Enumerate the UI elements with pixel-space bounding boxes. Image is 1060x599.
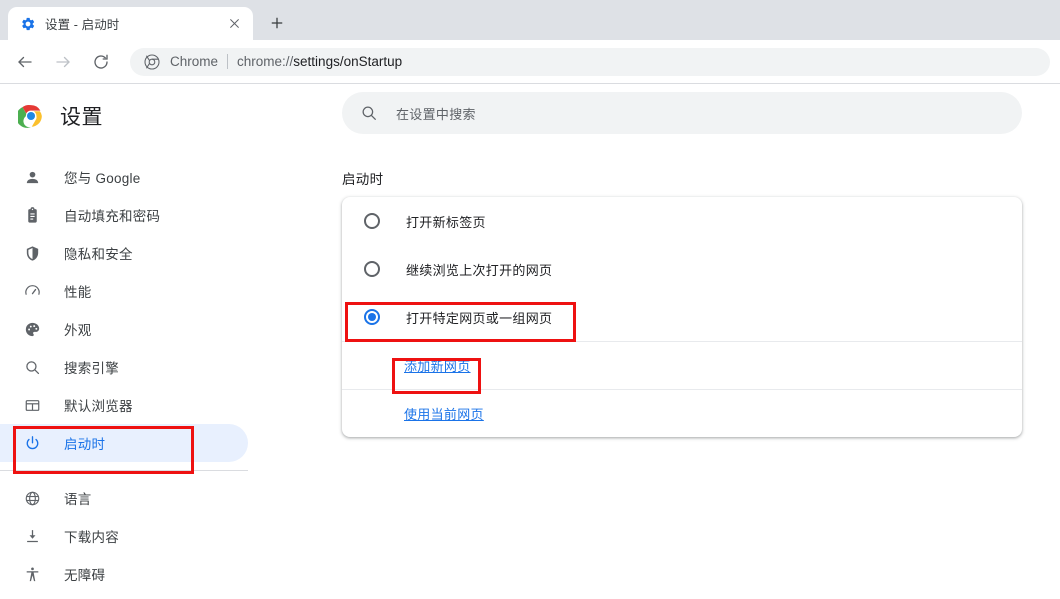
omnibox-chip-label: Chrome xyxy=(170,54,219,69)
sidebar-item-accessibility[interactable]: 无障碍 xyxy=(0,555,248,593)
speedometer-icon xyxy=(22,281,42,301)
add-new-page-link[interactable]: 添加新网页 xyxy=(404,356,471,375)
sidebar-item-label: 隐私和安全 xyxy=(64,247,133,262)
sidebar-item-label: 您与 Google xyxy=(64,171,141,186)
sidebar-item-you-and-google[interactable]: 您与 Google xyxy=(0,158,248,196)
palette-icon xyxy=(22,319,42,339)
power-icon xyxy=(22,433,42,453)
settings-title: 设置 xyxy=(60,106,103,129)
sidebar-item-label: 外观 xyxy=(64,323,92,338)
sidebar-item-label: 无障碍 xyxy=(64,568,106,583)
browser-toolbar: Chrome chrome://settings/onStartup xyxy=(0,40,1060,84)
radio-option-new-tab[interactable]: 打开新标签页 xyxy=(342,197,1022,245)
radio-icon-selected[interactable] xyxy=(364,309,380,325)
search-icon xyxy=(360,104,378,122)
forward-button[interactable] xyxy=(48,47,78,77)
radio-option-continue-where-left-off[interactable]: 继续浏览上次打开的网页 xyxy=(342,245,1022,293)
sidebar-item-appearance[interactable]: 外观 xyxy=(0,310,248,348)
startup-options-card: 打开新标签页 继续浏览上次打开的网页 打开特定网页或一组网页 添加新网页 使用当… xyxy=(342,197,1022,437)
sidebar-item-privacy-security[interactable]: 隐私和安全 xyxy=(0,234,248,272)
shield-icon xyxy=(22,243,42,263)
sidebar-item-label: 搜索引擎 xyxy=(64,361,119,376)
radio-option-label: 打开新标签页 xyxy=(406,214,486,230)
address-bar[interactable]: Chrome chrome://settings/onStartup xyxy=(130,47,1050,76)
sidebar-item-label: 下载内容 xyxy=(64,530,119,545)
sidebar-item-search-engine[interactable]: 搜索引擎 xyxy=(0,348,248,386)
use-current-pages-link[interactable]: 使用当前网页 xyxy=(404,404,484,423)
page-title: 启动时 xyxy=(342,172,384,187)
settings-brand: 设置 xyxy=(0,88,290,144)
omnibox-divider xyxy=(227,54,229,69)
sidebar-item-downloads[interactable]: 下载内容 xyxy=(0,517,248,555)
sidebar-item-label: 语言 xyxy=(64,492,92,507)
close-icon[interactable] xyxy=(223,13,245,35)
sidebar-item-languages[interactable]: 语言 xyxy=(0,479,248,517)
settings-page: 设置 您与 Google 自动填充和密码 隐私和安全 性能 外观 搜索引擎 默认… xyxy=(0,84,1060,598)
omnibox-url: chrome://settings/onStartup xyxy=(237,54,402,69)
sidebar-item-autofill-passwords[interactable]: 自动填充和密码 xyxy=(0,196,248,234)
radio-icon[interactable] xyxy=(364,213,380,229)
reload-button[interactable] xyxy=(86,47,116,77)
accessibility-icon xyxy=(22,564,42,584)
tab-title: 设置 - 启动时 xyxy=(45,18,120,32)
back-button[interactable] xyxy=(10,47,40,77)
browser-window-icon xyxy=(22,395,42,415)
radio-icon[interactable] xyxy=(364,261,380,277)
person-icon xyxy=(22,167,42,187)
search-icon xyxy=(22,357,42,377)
settings-main: 在设置中搜索 启动时 打开新标签页 继续浏览上次打开的网页 打开特定网页或一组网… xyxy=(290,84,1060,598)
add-new-page-row[interactable]: 添加新网页 xyxy=(342,341,1022,389)
sidebar-item-label: 性能 xyxy=(64,285,92,300)
search-input[interactable]: 在设置中搜索 xyxy=(342,92,1022,134)
radio-option-label: 继续浏览上次打开的网页 xyxy=(406,262,553,278)
globe-icon xyxy=(22,488,42,508)
clipboard-icon xyxy=(22,205,42,225)
sidebar-item-on-startup[interactable]: 启动时 xyxy=(0,424,248,462)
sidebar-item-label: 启动时 xyxy=(64,437,106,452)
omnibox-url-prefix: chrome:// xyxy=(237,54,294,69)
sidebar-item-label: 默认浏览器 xyxy=(64,399,133,414)
new-tab-button[interactable] xyxy=(263,9,291,37)
gear-icon xyxy=(20,16,36,32)
sidebar-item-performance[interactable]: 性能 xyxy=(0,272,248,310)
settings-sidebar: 设置 您与 Google 自动填充和密码 隐私和安全 性能 外观 搜索引擎 默认… xyxy=(0,84,290,598)
settings-nav-list: 您与 Google 自动填充和密码 隐私和安全 性能 外观 搜索引擎 默认浏览器… xyxy=(0,158,290,593)
tabstrip: 设置 - 启动时 xyxy=(0,0,291,40)
chrome-icon xyxy=(144,53,160,70)
omnibox-url-path: settings/onStartup xyxy=(293,54,403,69)
sidebar-item-default-browser[interactable]: 默认浏览器 xyxy=(0,386,248,424)
download-icon xyxy=(22,526,42,546)
sidebar-divider xyxy=(0,470,248,471)
sidebar-item-label: 自动填充和密码 xyxy=(64,209,161,224)
browser-tab[interactable]: 设置 - 启动时 xyxy=(8,7,253,40)
browser-tabstrip-area: 设置 - 启动时 xyxy=(0,0,1060,40)
radio-option-specific-pages[interactable]: 打开特定网页或一组网页 xyxy=(342,293,1022,341)
chrome-logo-icon xyxy=(16,103,44,129)
use-current-pages-row[interactable]: 使用当前网页 xyxy=(342,389,1022,437)
search-placeholder: 在设置中搜索 xyxy=(396,106,476,122)
radio-option-label: 打开特定网页或一组网页 xyxy=(406,310,553,326)
